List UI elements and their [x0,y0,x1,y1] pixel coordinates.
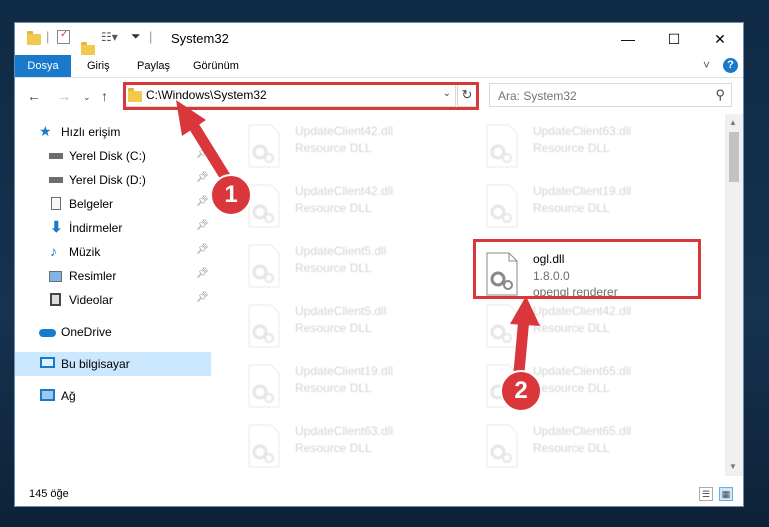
step-2-badge: 2 [500,370,542,412]
step-1-badge: 1 [210,174,252,216]
annotation-arrows [176,100,540,378]
arrow-to-address-bar [176,100,232,184]
arrow-to-file [510,296,540,378]
